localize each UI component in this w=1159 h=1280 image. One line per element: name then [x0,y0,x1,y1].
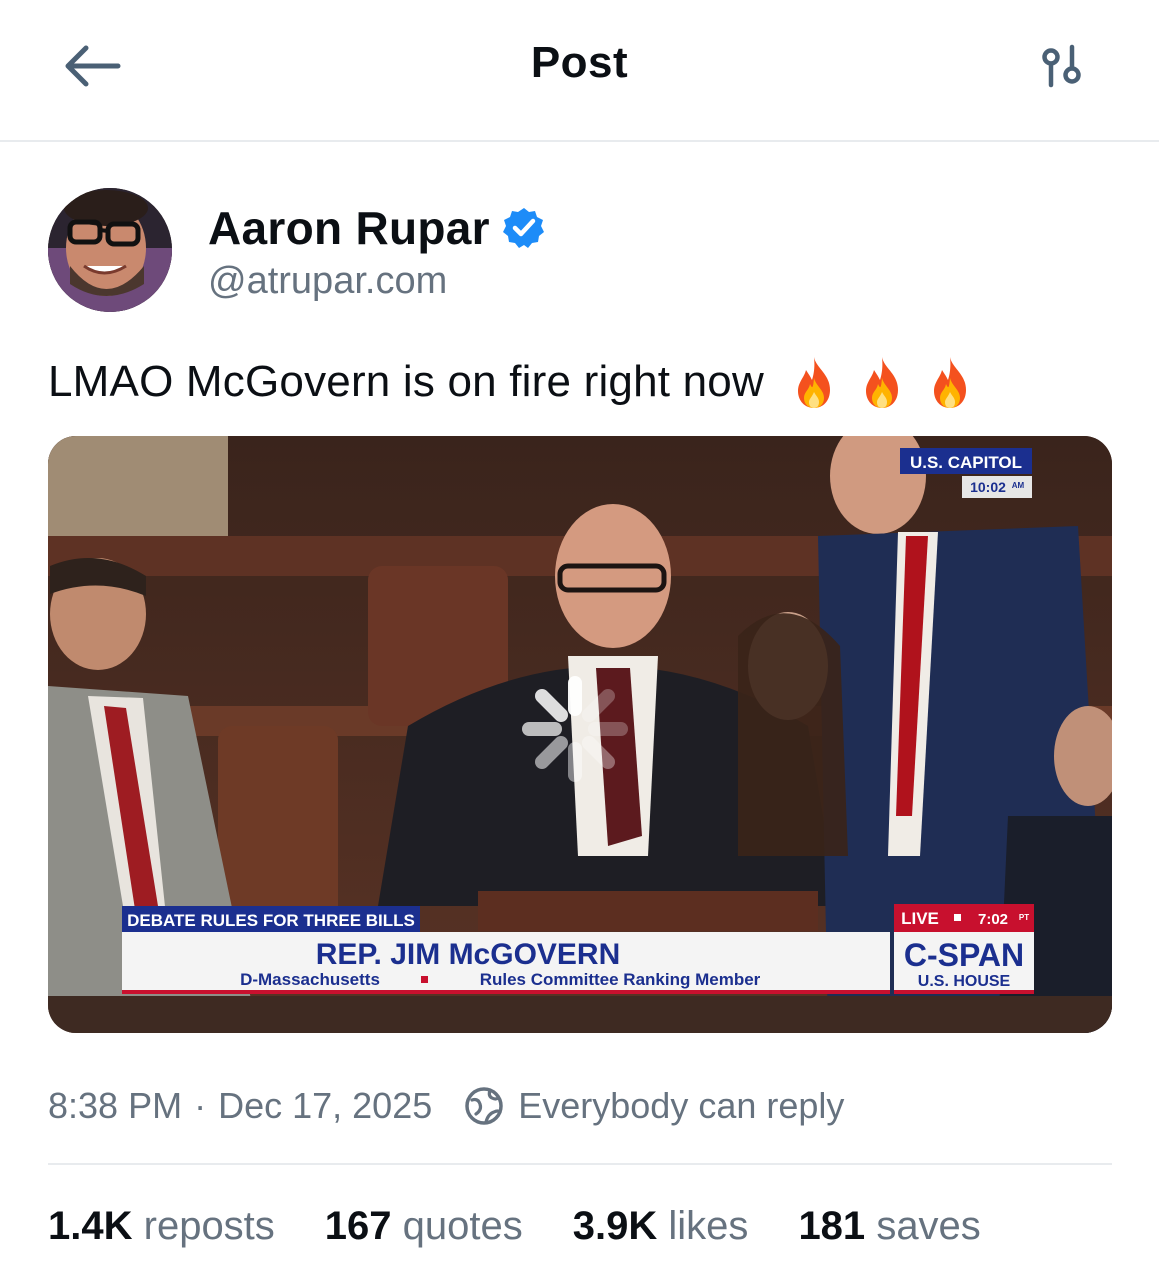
fire-emoji-icon [933,357,966,408]
bug-top-text: U.S. CAPITOL [910,453,1022,472]
fire-emoji-icon [865,357,898,408]
stat-count: 181 [798,1204,866,1248]
divider [48,1163,1112,1165]
stat-count: 167 [324,1204,392,1248]
avatar[interactable] [48,188,172,312]
stat-quotes[interactable]: 167 quotes [325,1204,523,1249]
page-title: Post [530,38,629,87]
stat-label: quotes [402,1204,523,1248]
live-label: LIVE [901,909,939,928]
post-date: Dec 17, 2025 [218,1085,433,1126]
stat-likes[interactable]: 3.9K likes [573,1204,749,1249]
top-bar: Post [0,0,1159,142]
speaker-role: Rules Committee Ranking Member [480,970,761,989]
author-name[interactable]: Aaron Rupar [208,201,490,255]
post-text: LMAO McGovern is on fire right now [48,354,978,410]
post-time: 8:38 PM [48,1085,183,1126]
stat-reposts[interactable]: 1.4K reposts [48,1204,275,1249]
bug-time: 10:02 [970,479,1006,495]
live-time-suffix: PT [1019,913,1029,922]
post-stats: 1.4K reposts 167 quotes 3.9K likes 181 s… [48,1204,1031,1249]
video-player[interactable]: U.S. CAPITOL 10:02 AM DEBATE RULES FOR T… [48,436,1112,1033]
verified-badge-icon [502,207,544,248]
stat-count: 1.4K [48,1204,133,1248]
speaker-name: REP. JIM McGOVERN [316,938,621,971]
globe-icon [465,1087,503,1125]
bug-time-suffix: AM [1012,481,1025,490]
stat-saves[interactable]: 181 saves [798,1204,980,1249]
author-handle[interactable]: @atrupar.com [208,260,546,303]
network-logo: C-SPAN [904,937,1024,973]
reply-setting[interactable]: Everybody can reply [518,1085,844,1127]
post-text-body: LMAO McGovern is on fire right now [48,357,764,406]
post-meta: 8:38 PM · Dec 17, 2025 Everybody can rep… [48,1082,844,1130]
stat-count: 3.9K [572,1204,658,1248]
sliders-icon [1042,44,1081,88]
post-author: Aaron Rupar @atrupar.com [48,188,546,312]
options-button[interactable] [1030,36,1094,96]
fire-emoji-icon [797,357,830,408]
lower-third-tag: DEBATE RULES FOR THREE BILLS [127,911,415,930]
live-time: 7:02 [978,911,1008,928]
meta-separator: · [194,1085,207,1126]
network-sub: U.S. HOUSE [918,973,1011,990]
stat-label: reposts [143,1204,275,1248]
video-frame: U.S. CAPITOL 10:02 AM DEBATE RULES FOR T… [48,436,1112,1033]
stat-label: likes [668,1204,749,1248]
stat-label: saves [876,1204,981,1248]
speaker-party: D-Massachusetts [240,970,380,989]
